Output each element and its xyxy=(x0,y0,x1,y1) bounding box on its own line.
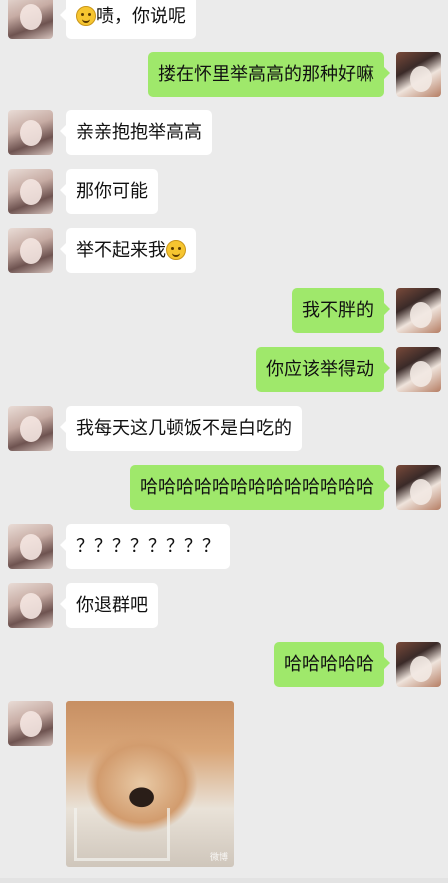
message-bubble[interactable]: 那你可能 xyxy=(60,169,158,214)
message-text: 啧，你说呢 xyxy=(96,6,186,27)
message-text: 我每天这几顿饭不是白吃的 xyxy=(76,418,292,439)
message-bubble[interactable]: 你退群吧 xyxy=(60,583,158,628)
message-bubble[interactable]: 哈哈哈哈哈哈哈哈哈哈哈哈哈 xyxy=(130,465,390,510)
avatar[interactable] xyxy=(396,52,441,97)
avatar[interactable] xyxy=(396,642,441,687)
message-text: 你退群吧 xyxy=(76,595,148,616)
avatar[interactable] xyxy=(8,701,53,746)
message-bubble[interactable]: 我每天这几顿饭不是白吃的 xyxy=(60,406,302,451)
message-text: 搂在怀里举高高的那种好嘛 xyxy=(158,64,374,85)
message-text: 我不胖的 xyxy=(302,300,374,321)
message-bubble[interactable]: 啧，你说呢 xyxy=(60,0,196,39)
smiling-face-emoji-icon xyxy=(76,6,96,26)
doorframe-shape xyxy=(74,808,170,861)
next-message-edge xyxy=(0,878,448,883)
message-text: 那你可能 xyxy=(76,181,148,202)
avatar[interactable] xyxy=(396,288,441,333)
message-text: 你应该举得动 xyxy=(266,359,374,380)
message-text: ？？？？？？？？ xyxy=(76,536,220,557)
message-bubble[interactable]: 亲亲抱抱举高高 xyxy=(60,110,212,155)
message-text: 亲亲抱抱举高高 xyxy=(76,122,202,143)
avatar[interactable] xyxy=(8,583,53,628)
smiling-face-emoji-icon xyxy=(166,240,186,260)
avatar[interactable] xyxy=(396,465,441,510)
sticker-watermark: 微博 xyxy=(209,853,228,863)
message-bubble[interactable]: 哈哈哈哈哈 xyxy=(274,642,390,687)
message-bubble[interactable]: 我不胖的 xyxy=(292,288,390,333)
dog-sticker-image[interactable]: 微博 xyxy=(66,701,234,867)
message-bubble[interactable]: ？？？？？？？？ xyxy=(60,524,230,569)
avatar[interactable] xyxy=(8,524,53,569)
message-bubble[interactable]: 你应该举得动 xyxy=(256,347,390,392)
message-text: 举不起来我 xyxy=(76,240,166,261)
message-text: 哈哈哈哈哈哈哈哈哈哈哈哈哈 xyxy=(140,477,374,498)
message-bubble[interactable]: 举不起来我 xyxy=(60,228,196,273)
avatar[interactable] xyxy=(8,169,53,214)
avatar[interactable] xyxy=(396,347,441,392)
avatar[interactable] xyxy=(8,406,53,451)
avatar[interactable] xyxy=(8,0,53,39)
avatar[interactable] xyxy=(8,110,53,155)
avatar[interactable] xyxy=(8,228,53,273)
message-bubble[interactable]: 搂在怀里举高高的那种好嘛 xyxy=(148,52,390,97)
message-text: 哈哈哈哈哈 xyxy=(284,654,374,675)
